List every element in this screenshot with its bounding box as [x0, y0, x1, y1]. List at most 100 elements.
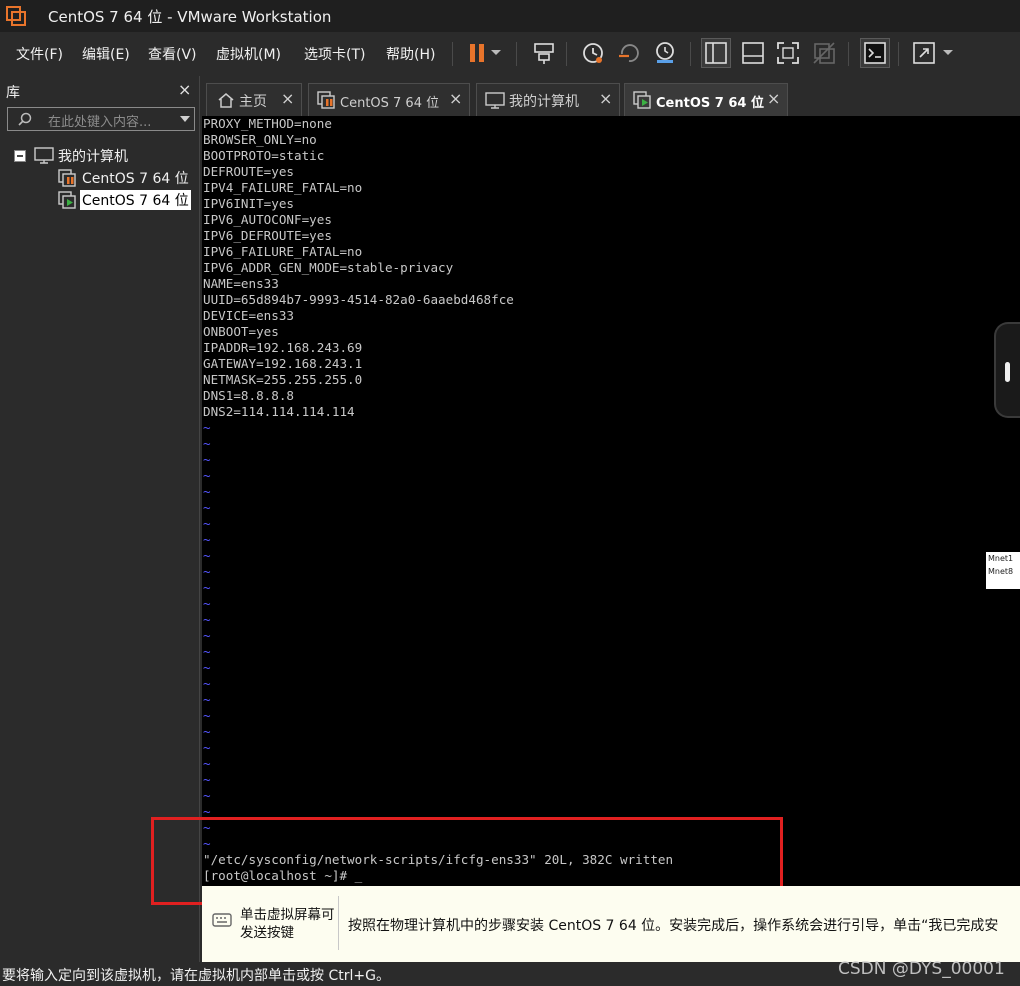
tab-label: CentOS 7 64 位: [656, 96, 764, 111]
menu-file[interactable]: 文件(F): [16, 44, 63, 64]
tab-centos-running[interactable]: CentOS 7 64 位 ×: [624, 83, 788, 116]
vim-tilde-line: ~: [203, 740, 211, 755]
fullscreen-button[interactable]: [773, 38, 803, 68]
unity-button[interactable]: [809, 38, 839, 68]
config-line: IPV6INIT=yes: [203, 196, 294, 211]
keyboard-icon: [212, 913, 232, 927]
show-library-icon: [705, 42, 727, 64]
network-popup-fragment: Mnet1 Mnet8: [986, 552, 1020, 589]
vim-tilde-line: ~: [203, 532, 211, 547]
tab-home[interactable]: 主页 ×: [206, 83, 302, 116]
revert-snapshot-button[interactable]: [614, 38, 644, 68]
console-view-button[interactable]: [860, 38, 890, 68]
tab-my-computer[interactable]: 我的计算机 ×: [476, 83, 620, 116]
unity-icon: [813, 42, 835, 64]
send-ctrl-alt-del-icon: [534, 43, 554, 64]
send-keys-hint: 单击虚拟屏幕可发送按键: [240, 907, 335, 941]
vim-tilde-line: ~: [203, 596, 211, 611]
tree-item-my-computer[interactable]: 我的计算机: [14, 146, 194, 166]
fullscreen-icon: [777, 42, 799, 64]
side-panel-handle[interactable]: [994, 322, 1020, 418]
config-line: IPADDR=192.168.243.69: [203, 340, 363, 355]
show-library-button[interactable]: [701, 38, 731, 68]
vm-paused-icon: [58, 169, 76, 187]
library-title: 库: [6, 85, 20, 101]
vim-tilde-line: ~: [203, 756, 211, 771]
config-line: IPV6_DEFROUTE=yes: [203, 228, 332, 243]
title-bar: CentOS 7 64 位 - VMware Workstation: [0, 0, 1020, 32]
config-line: ONBOOT=yes: [203, 324, 279, 339]
toolbar-separator: [452, 42, 453, 66]
tab-centos-paused[interactable]: CentOS 7 64 位 ×: [308, 83, 470, 116]
popup-line: Mnet1: [988, 554, 1014, 563]
thumbnail-bar-button[interactable]: [738, 38, 768, 68]
vim-tilde-line: ~: [203, 724, 211, 739]
config-line: NAME=ens33: [203, 276, 279, 291]
chevron-down-icon: [943, 50, 953, 55]
vm-console-screen[interactable]: PROXY_METHOD=none BROWSER_ONLY=no BOOTPROT…: [202, 116, 1020, 886]
toolbar-separator: [516, 42, 517, 66]
revert-snapshot-icon: [619, 44, 639, 62]
stretch-icon: [913, 42, 935, 64]
config-line: IPV4_FAILURE_FATAL=no: [203, 180, 363, 195]
tree-item-vm-1[interactable]: CentOS 7 64 位: [58, 168, 198, 188]
stretch-button[interactable]: [909, 38, 939, 68]
vim-tilde-line: ~: [203, 612, 211, 627]
library-search-input[interactable]: 在此处键入内容...: [48, 111, 151, 130]
config-line: UUID=65d894b7-9993-4514-82a0-6aaebd468fc…: [203, 292, 514, 307]
vim-tilde-line: ~: [203, 692, 211, 707]
config-line: DNS2=114.114.114.114: [203, 404, 355, 419]
vim-tilde-line: ~: [203, 628, 211, 643]
computer-icon: [485, 92, 505, 109]
tab-close-button[interactable]: ×: [281, 89, 294, 108]
popup-line: Mnet8: [988, 567, 1014, 576]
chevron-down-icon[interactable]: [180, 116, 190, 122]
tree-item-vm-2[interactable]: CentOS 7 64 位: [58, 190, 198, 210]
tab-close-button[interactable]: ×: [767, 89, 780, 108]
library-close-button[interactable]: ×: [178, 80, 191, 99]
config-line: DEVICE=ens33: [203, 308, 294, 323]
menu-help[interactable]: 帮助(H): [386, 44, 435, 64]
vim-tilde-line: ~: [203, 788, 211, 803]
vmware-logo-icon: [6, 6, 26, 26]
library-search-box[interactable]: 在此处键入内容...: [7, 107, 195, 131]
config-line: IPV6_FAILURE_FATAL=no: [203, 244, 363, 259]
stretch-dropdown-button[interactable]: [938, 38, 958, 68]
take-snapshot-button[interactable]: [578, 38, 608, 68]
vim-tilde-line: ~: [203, 420, 211, 435]
vm-running-icon: [58, 191, 76, 209]
install-instructions: 按照在物理计算机中的步骤安装 CentOS 7 64 位。安装完成后，操作系统会…: [348, 918, 999, 934]
menu-view[interactable]: 查看(V): [148, 44, 197, 64]
handle-grip-icon: [1005, 362, 1010, 382]
config-line: DNS1=8.8.8.8: [203, 388, 294, 403]
menu-vm[interactable]: 虚拟机(M): [216, 44, 281, 64]
tree-item-label: 我的计算机: [58, 149, 128, 165]
snapshot-manager-button[interactable]: [650, 38, 680, 68]
toolbar-separator: [898, 42, 899, 66]
library-header: 库 ×: [0, 76, 200, 104]
tab-label: 主页: [239, 94, 267, 110]
computer-icon: [34, 147, 54, 164]
vim-tilde-line: ~: [203, 500, 211, 515]
power-dropdown-button[interactable]: [486, 38, 506, 68]
vim-tilde-line: ~: [203, 660, 211, 675]
tab-bar: 主页 × CentOS 7 64 位 × 我的计算机 × CentOS 7 64…: [202, 76, 1020, 116]
menu-edit[interactable]: 编辑(E): [82, 44, 130, 64]
collapse-icon[interactable]: [14, 150, 26, 162]
vim-tilde-line: ~: [203, 676, 211, 691]
snapshot-icon: [583, 43, 603, 63]
tab-label: CentOS 7 64 位: [340, 96, 440, 111]
vim-tilde-line: ~: [203, 468, 211, 483]
search-icon: [18, 112, 32, 126]
send-ctrl-alt-del-button[interactable]: [529, 38, 559, 68]
config-line: PROXY_METHOD=none: [203, 116, 332, 131]
thumbnail-bar-icon: [742, 42, 764, 64]
tab-close-button[interactable]: ×: [599, 89, 612, 108]
vim-tilde-line: ~: [203, 772, 211, 787]
pause-icon: [470, 44, 484, 62]
menu-tabs[interactable]: 选项卡(T): [304, 44, 365, 64]
vim-tilde-line: ~: [203, 452, 211, 467]
snapshot-manager-icon: [656, 42, 674, 63]
menu-toolbar-bar: 文件(F) 编辑(E) 查看(V) 虚拟机(M) 选项卡(T) 帮助(H): [0, 32, 1020, 76]
tab-close-button[interactable]: ×: [449, 89, 462, 108]
